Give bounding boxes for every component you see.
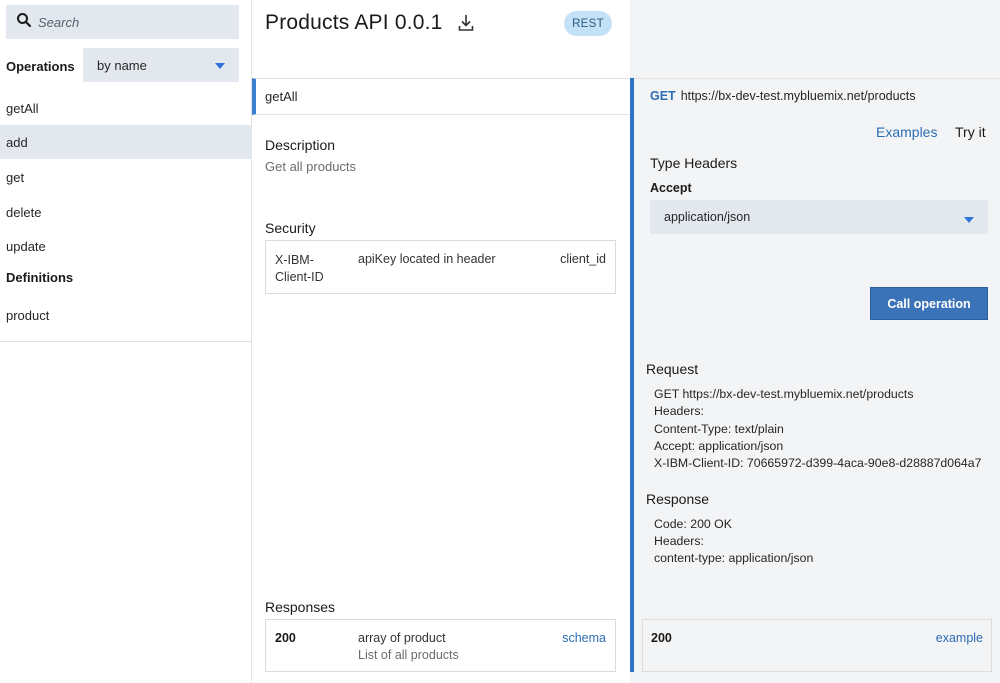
panel-accent-border bbox=[630, 78, 634, 672]
chevron-down-icon bbox=[215, 63, 225, 69]
example-response-box: 200 example bbox=[642, 619, 992, 672]
request-line: Accept: application/json bbox=[654, 439, 784, 453]
security-location: apiKey located in header bbox=[358, 252, 496, 266]
security-table: X-IBM-Client-ID apiKey located in header… bbox=[265, 240, 616, 294]
api-type-badge: REST bbox=[564, 11, 612, 36]
page-title: Products API 0.0.1 bbox=[265, 11, 443, 34]
call-operation-button[interactable]: Call operation bbox=[870, 287, 988, 320]
security-param: client_id bbox=[560, 252, 606, 266]
accept-select[interactable]: application/json bbox=[650, 200, 988, 234]
example-response-code: 200 bbox=[651, 631, 672, 645]
request-line: Content-Type: text/plain bbox=[654, 422, 784, 436]
sort-select[interactable]: by name bbox=[83, 48, 239, 82]
search-box[interactable] bbox=[6, 5, 239, 39]
security-name: X-IBM-Client-ID bbox=[275, 253, 324, 284]
operations-label: Operations bbox=[6, 59, 75, 74]
tab-try-it[interactable]: Try it bbox=[955, 124, 986, 140]
search-input[interactable] bbox=[38, 14, 228, 30]
operation-label: get bbox=[6, 169, 25, 185]
operation-item-update[interactable]: update bbox=[0, 229, 252, 263]
sidebar-nav: Operations by name getAll add get delete… bbox=[0, 0, 252, 342]
endpoint-line: GET https://bx-dev-test.mybluemix.net/pro… bbox=[650, 89, 916, 103]
response-line: Code: 200 OK bbox=[654, 517, 732, 531]
sidebar: Operations by name getAll add get delete… bbox=[0, 0, 252, 683]
operation-item-add[interactable]: add bbox=[0, 125, 252, 159]
response-heading: Response bbox=[646, 491, 710, 507]
response-type: array of product bbox=[358, 631, 446, 645]
response-code: 200 bbox=[275, 631, 296, 645]
operation-item-getall[interactable]: getAll bbox=[0, 91, 252, 125]
operation-label: getAll bbox=[6, 100, 39, 116]
responses-table: 200 array of product List of all product… bbox=[265, 619, 616, 672]
endpoint-url: https://bx-dev-test.mybluemix.net/produc… bbox=[680, 89, 916, 103]
request-heading: Request bbox=[646, 361, 699, 377]
operation-name-bar: getAll bbox=[252, 78, 635, 115]
response-line: content-type: application/json bbox=[654, 551, 814, 565]
operation-name: getAll bbox=[265, 89, 298, 104]
schema-link[interactable]: schema bbox=[562, 631, 606, 645]
response-line: Headers: bbox=[654, 534, 704, 548]
tab-examples[interactable]: Examples bbox=[876, 124, 937, 140]
definition-label: product bbox=[6, 307, 50, 323]
operation-label: delete bbox=[6, 204, 42, 220]
definitions-label: Definitions bbox=[6, 270, 74, 285]
divider bbox=[634, 78, 1000, 79]
request-line: Headers: bbox=[654, 404, 704, 418]
responses-heading: Responses bbox=[265, 599, 336, 615]
try-it-panel: GET https://bx-dev-test.mybluemix.net/pro… bbox=[630, 0, 1000, 683]
definition-item-product[interactable]: product bbox=[0, 298, 252, 332]
operation-label: add bbox=[6, 134, 28, 150]
search-icon bbox=[16, 12, 32, 33]
accept-label: Accept bbox=[650, 181, 692, 195]
request-line: GET https://bx-dev-test.mybluemix.net/pr… bbox=[654, 387, 914, 401]
chevron-down-icon bbox=[964, 217, 974, 223]
sort-select-value: by name bbox=[97, 57, 147, 73]
example-link[interactable]: example bbox=[936, 631, 983, 645]
operation-item-get[interactable]: get bbox=[0, 160, 252, 194]
description-text: Get all products bbox=[265, 159, 357, 174]
type-headers-heading: Type Headers bbox=[650, 155, 738, 171]
http-verb: GET bbox=[650, 89, 676, 103]
response-description: List of all products bbox=[358, 648, 459, 662]
request-line: X-IBM-Client-ID: 70665972-d399-4aca-90e8… bbox=[654, 456, 982, 470]
accept-select-value: application/json bbox=[664, 210, 751, 224]
operation-details: Products API 0.0.1 REST getAll Descripti… bbox=[252, 0, 635, 683]
operation-item-delete[interactable]: delete bbox=[0, 195, 252, 229]
description-heading: Description bbox=[265, 137, 336, 153]
operation-label: update bbox=[6, 238, 46, 254]
download-icon[interactable] bbox=[458, 14, 474, 32]
panel-header-area bbox=[630, 0, 1000, 78]
security-heading: Security bbox=[265, 220, 316, 236]
